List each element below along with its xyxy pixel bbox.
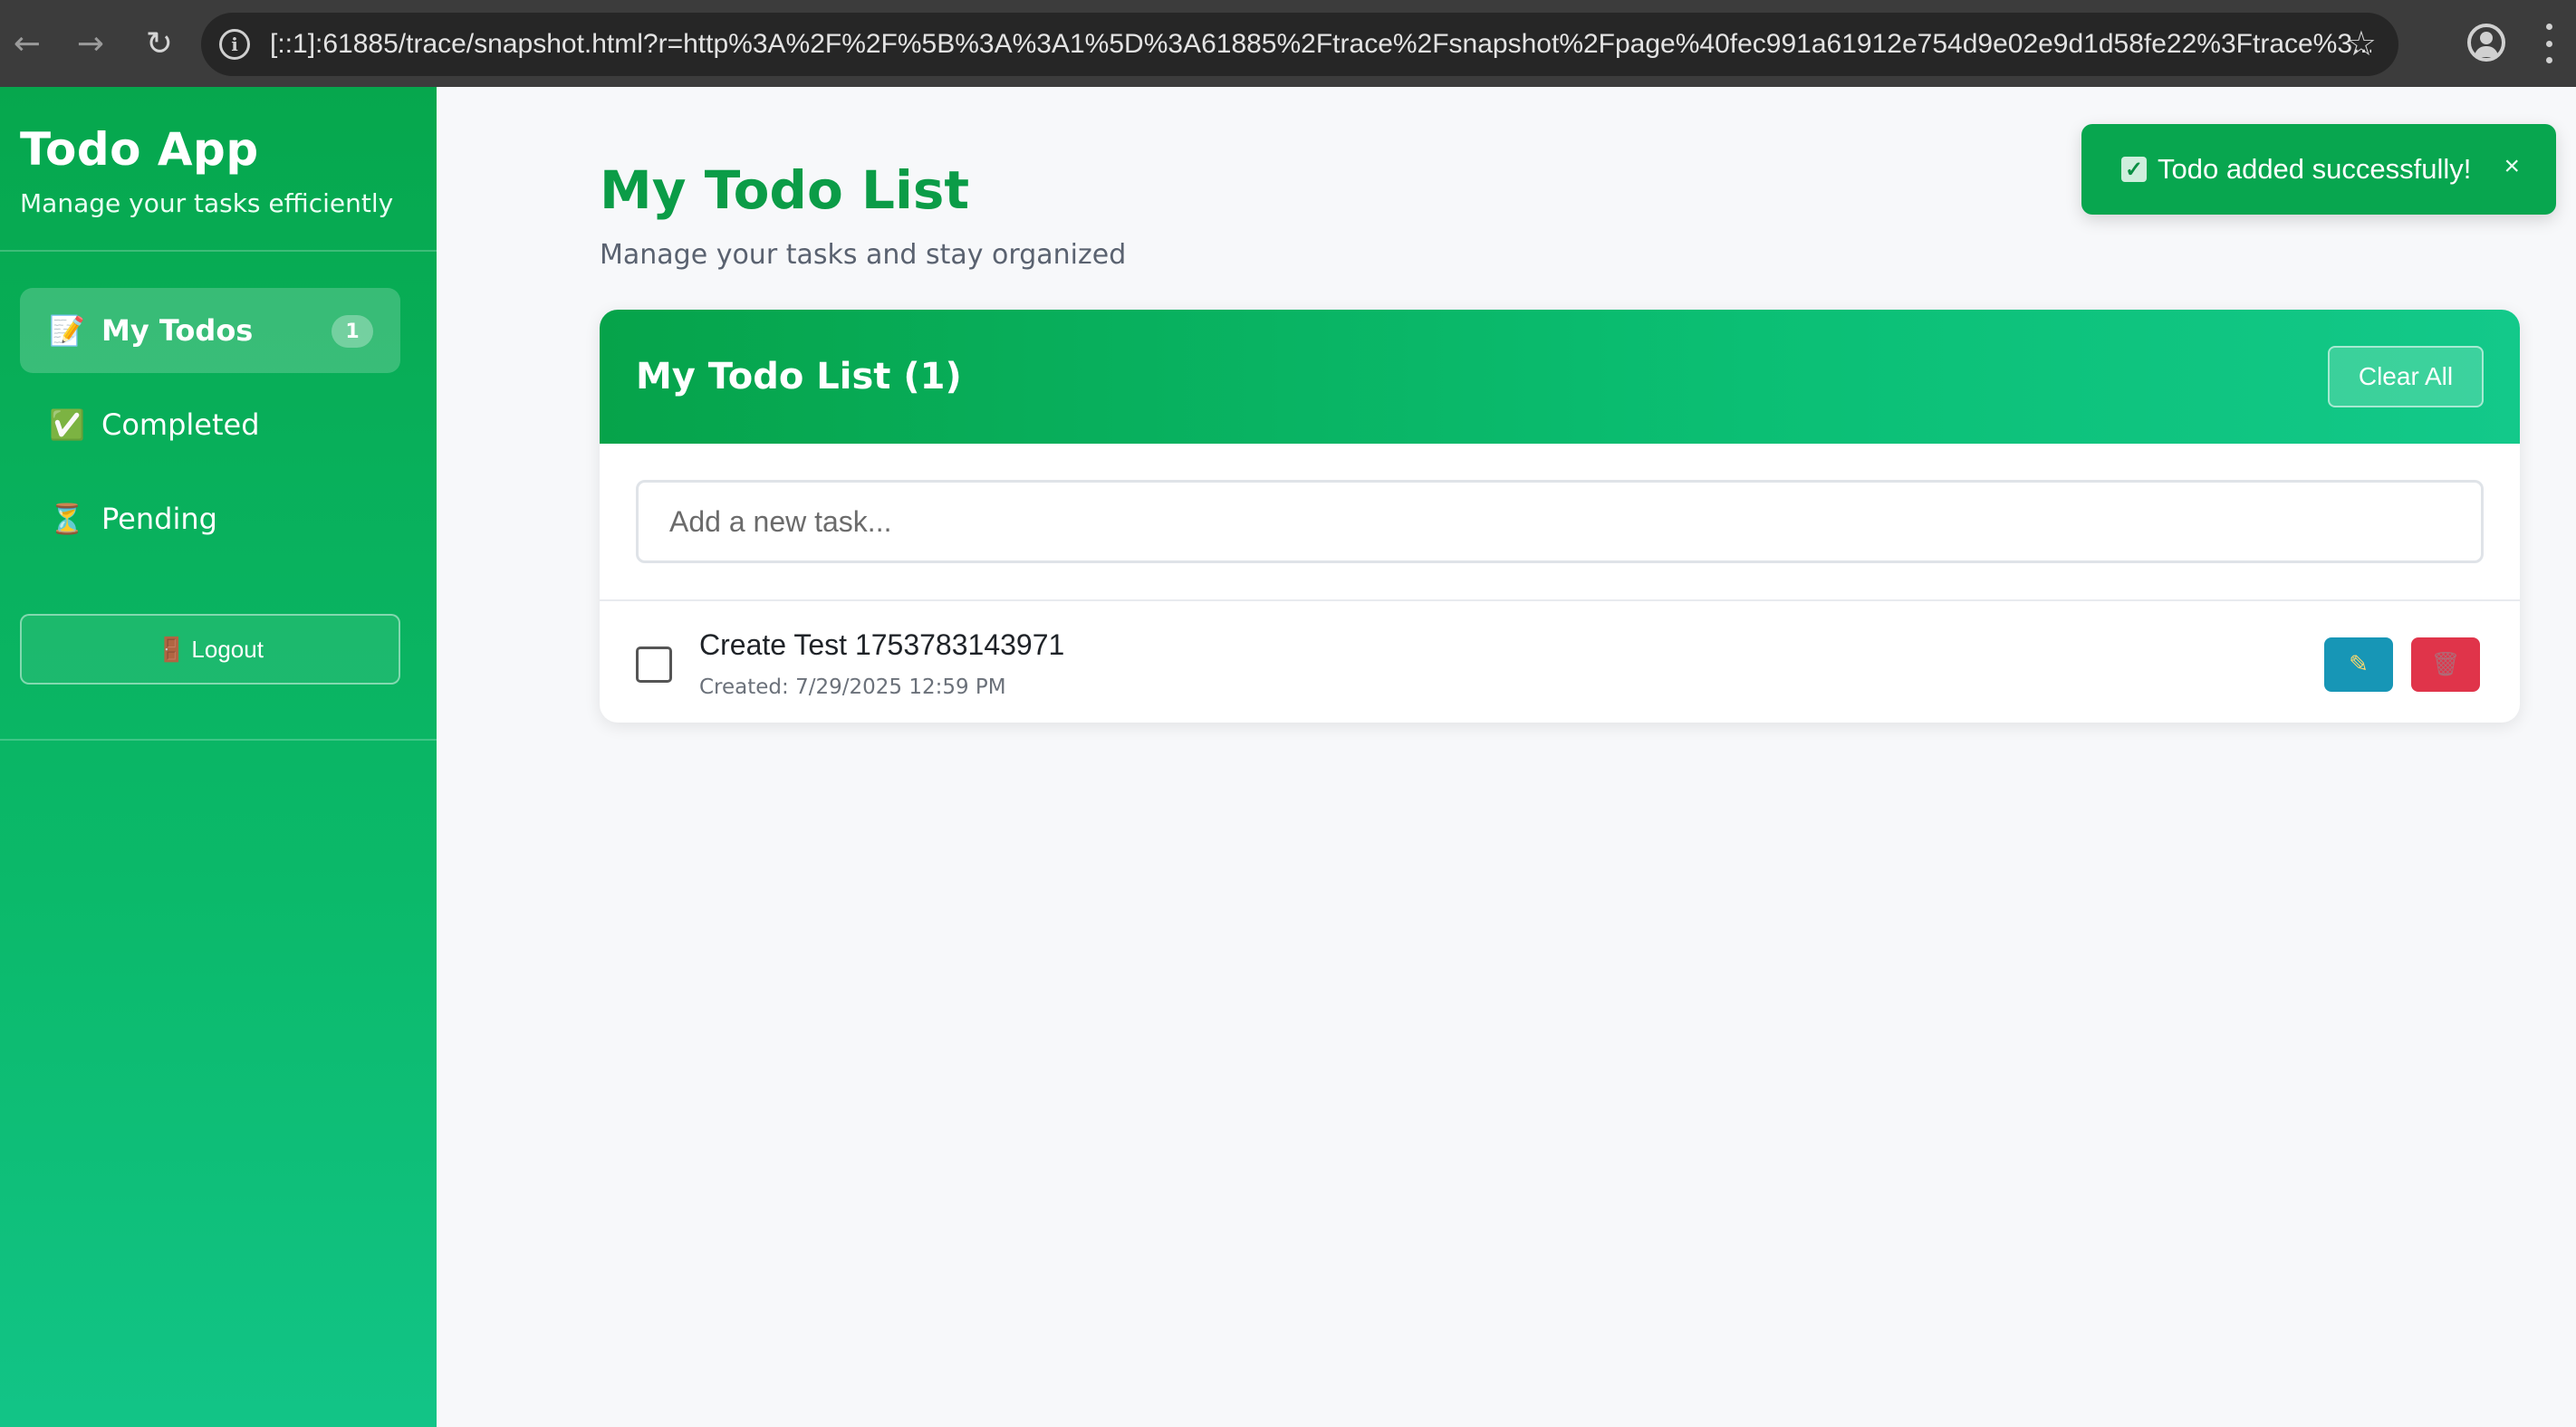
- kebab-menu-icon[interactable]: [2540, 24, 2558, 63]
- address-bar[interactable]: i [::1]:61885/trace/snapshot.html?r=http…: [201, 13, 2398, 76]
- toast-message: Todo added successfully!: [2158, 153, 2472, 185]
- clear-all-button[interactable]: Clear All: [2328, 346, 2484, 407]
- todo-card: My Todo List (1) Clear All Create Test 1…: [600, 310, 2520, 723]
- browser-toolbar: ← → ↻ i [::1]:61885/trace/snapshot.html?…: [0, 0, 2576, 87]
- brand-header: Todo App Manage your tasks efficiently: [0, 87, 437, 252]
- add-task-area: [600, 444, 2520, 601]
- star-icon[interactable]: ☆: [2346, 24, 2377, 63]
- sidebar-item-label: My Todos: [101, 313, 254, 348]
- sidebar-item-label: Completed: [101, 407, 260, 442]
- card-title: My Todo List (1): [636, 356, 962, 397]
- page-subtitle: Manage your tasks and stay organized: [600, 239, 1127, 271]
- todo-checkbox[interactable]: [636, 646, 672, 683]
- success-toast: ✓ Todo added successfully! ×: [2081, 124, 2556, 215]
- profile-icon[interactable]: [2467, 24, 2505, 62]
- app-title: Todo App: [20, 123, 259, 176]
- main-content: My Todo List Manage your tasks and stay …: [437, 87, 2576, 1427]
- pencil-icon: ✎: [2349, 651, 2369, 678]
- back-arrow-icon[interactable]: ←: [0, 16, 54, 71]
- card-header: My Todo List (1) Clear All: [600, 310, 2520, 444]
- app-subtitle: Manage your tasks efficiently: [20, 188, 394, 218]
- todo-item: Create Test 1753783143971 Created: 7/29/…: [600, 601, 2520, 723]
- trash-icon: 🗑: [2430, 651, 2461, 678]
- new-task-input[interactable]: [636, 480, 2484, 563]
- check-mark-icon: ✅: [49, 407, 85, 442]
- edit-button[interactable]: ✎: [2324, 637, 2393, 692]
- sidebar-item-completed[interactable]: ✅ Completed: [20, 382, 400, 467]
- reload-icon[interactable]: ↻: [132, 16, 187, 71]
- todo-text: Create Test 1753783143971: [699, 628, 1065, 661]
- logout-label: Logout: [191, 635, 264, 663]
- forward-arrow-icon[interactable]: →: [63, 16, 118, 71]
- delete-button[interactable]: 🗑: [2411, 637, 2480, 692]
- logout-button[interactable]: 🚪 Logout: [20, 614, 400, 685]
- hourglass-icon: ⏳: [49, 502, 85, 536]
- count-badge: 1: [332, 315, 373, 348]
- todo-created-date: Created: 7/29/2025 12:59 PM: [699, 675, 1006, 699]
- sidebar-item-pending[interactable]: ⏳ Pending: [20, 476, 400, 561]
- sidebar: Todo App Manage your tasks efficiently 📝…: [0, 87, 437, 1427]
- memo-icon: 📝: [49, 313, 85, 348]
- url-text[interactable]: [::1]:61885/trace/snapshot.html?r=http%3…: [270, 29, 2371, 60]
- sidebar-item-label: Pending: [101, 502, 217, 536]
- door-icon: 🚪: [157, 635, 187, 663]
- close-icon[interactable]: ×: [2504, 151, 2520, 182]
- check-mark-icon: ✓: [2121, 157, 2147, 182]
- page-title: My Todo List: [600, 159, 970, 221]
- info-icon[interactable]: i: [219, 29, 250, 60]
- sidebar-item-my-todos[interactable]: 📝 My Todos 1: [20, 288, 400, 373]
